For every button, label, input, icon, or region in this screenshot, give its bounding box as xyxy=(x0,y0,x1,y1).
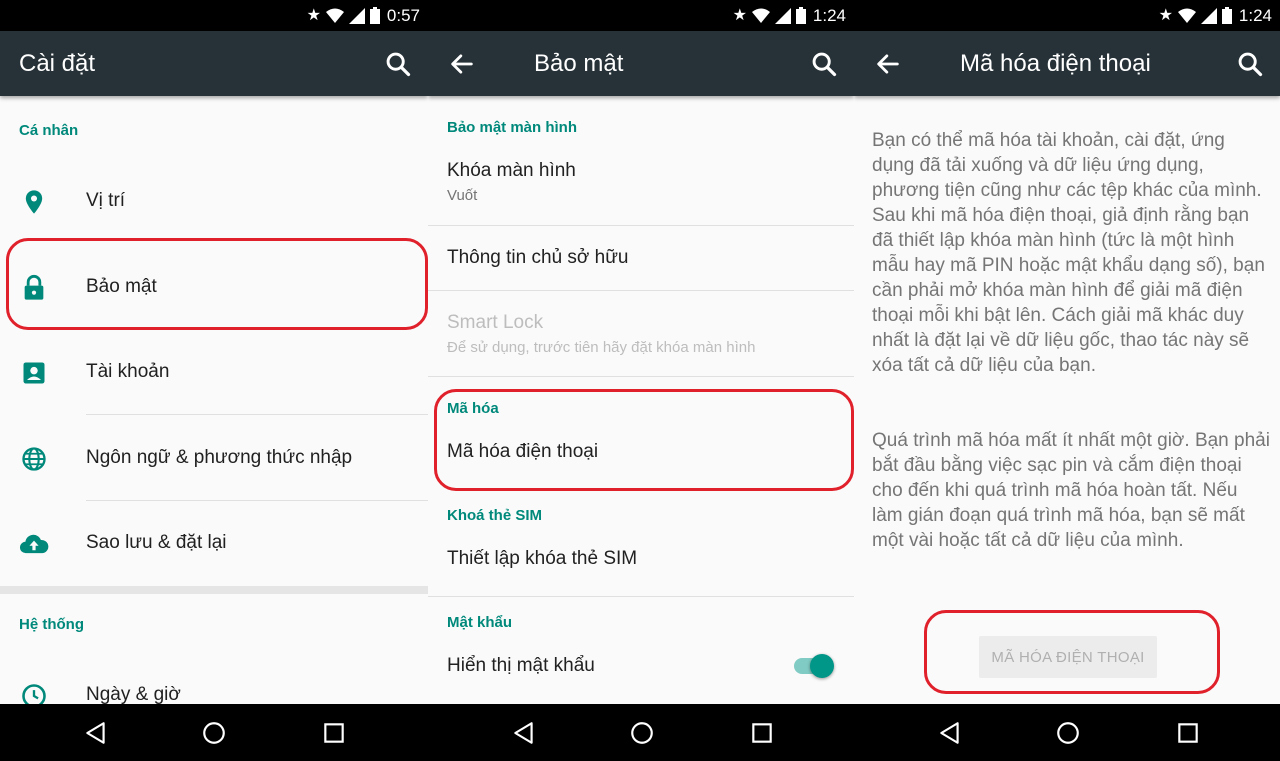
highlight-box xyxy=(924,610,1220,694)
page-title: Bảo mật xyxy=(534,49,624,77)
settings-item-label: Vị trí xyxy=(86,190,126,211)
toggle-thumb xyxy=(810,654,834,678)
section-password: Mật khẩu xyxy=(447,614,513,631)
star-icon: ★ xyxy=(1158,6,1173,24)
security-panel: ★ 1:24 Bảo mật Bảo mật màn hình Khóa màn… xyxy=(428,0,854,704)
battery-icon xyxy=(1221,7,1232,24)
recents-square-icon[interactable] xyxy=(1175,720,1201,746)
sim-lock-item[interactable]: Thiết lập khóa thẻ SIM xyxy=(447,548,637,570)
settings-item-label: Ngày & giờ xyxy=(86,684,181,704)
recents-square-icon[interactable] xyxy=(321,720,347,746)
wifi-icon xyxy=(751,8,770,23)
clock-icon xyxy=(22,684,46,704)
encryption-description: Bạn có thể mã hóa tài khoản, cài đặt, ứn… xyxy=(872,130,1265,376)
page-title: Cài đặt xyxy=(19,49,96,77)
signal-icon xyxy=(1200,7,1217,24)
owner-info-item[interactable]: Thông tin chủ sở hữu xyxy=(447,247,629,269)
lock-screen-title: Khóa màn hình xyxy=(447,160,576,181)
app-bar: Cài đặt xyxy=(0,31,428,96)
divider xyxy=(428,290,854,291)
star-icon: ★ xyxy=(732,6,747,24)
app-bar: Bảo mật xyxy=(428,31,854,96)
status-time: 1:24 xyxy=(1238,5,1272,25)
nav-group xyxy=(854,704,1280,761)
status-bar: ★ 1:24 xyxy=(854,0,1280,31)
globe-icon xyxy=(22,447,46,471)
divider xyxy=(428,596,854,597)
navigation-bar xyxy=(0,704,1280,761)
nav-group xyxy=(428,704,854,761)
back-triangle-icon[interactable] xyxy=(511,720,537,746)
status-bar: ★ 1:24 xyxy=(428,0,854,31)
lock-screen-subtitle: Vuốt xyxy=(447,187,478,204)
back-triangle-icon[interactable] xyxy=(937,720,963,746)
section-personal: Cá nhân xyxy=(19,122,79,139)
search-icon[interactable] xyxy=(384,50,412,78)
section-sim-lock: Khoá thẻ SIM xyxy=(447,507,543,524)
divider xyxy=(428,376,854,377)
status-time: 0:57 xyxy=(386,5,420,25)
wifi-icon xyxy=(325,8,344,23)
divider xyxy=(86,500,428,501)
encrypt-phone-panel: ★ 1:24 Mã hóa điện thoại Bạn có thể mã h… xyxy=(854,0,1280,704)
home-circle-icon[interactable] xyxy=(201,720,227,746)
settings-item-label: Ngôn ngữ & phương thức nhập xyxy=(86,447,353,468)
status-bar: ★ 0:57 xyxy=(0,0,428,31)
home-circle-icon[interactable] xyxy=(1055,720,1081,746)
battery-icon xyxy=(795,7,806,24)
section-screen-security: Bảo mật màn hình xyxy=(447,119,578,136)
star-icon: ★ xyxy=(306,6,321,24)
recents-square-icon[interactable] xyxy=(749,720,775,746)
highlight-box xyxy=(6,238,428,330)
page-title: Mã hóa điện thoại xyxy=(960,49,1151,77)
encryption-warning: Quá trình mã hóa mất ít nhất một giờ. Bạ… xyxy=(872,430,1270,551)
section-system: Hệ thống xyxy=(19,616,84,633)
battery-icon xyxy=(369,7,380,24)
back-arrow-icon[interactable] xyxy=(874,50,902,78)
signal-icon xyxy=(774,7,791,24)
smart-lock-title: Smart Lock xyxy=(447,312,544,333)
status-time: 1:24 xyxy=(812,5,846,25)
smart-lock-subtitle: Để sử dụng, trước tiên hãy đặt khóa màn … xyxy=(447,339,756,356)
signal-icon xyxy=(348,7,365,24)
show-password-label: Hiển thị mật khẩu xyxy=(447,655,595,676)
back-arrow-icon[interactable] xyxy=(448,50,476,78)
divider xyxy=(428,225,854,226)
location-pin-icon xyxy=(25,190,43,214)
search-icon[interactable] xyxy=(1236,50,1264,78)
search-icon[interactable] xyxy=(810,50,838,78)
nav-group xyxy=(0,704,426,761)
system-section: Hệ thống Ngày & giờ xyxy=(0,586,428,704)
app-bar: Mã hóa điện thoại xyxy=(854,31,1280,96)
account-icon xyxy=(23,362,45,384)
wifi-icon xyxy=(1177,8,1196,23)
back-triangle-icon[interactable] xyxy=(83,720,109,746)
settings-item-label: Tài khoản xyxy=(86,361,170,382)
divider xyxy=(86,414,428,415)
cloud-upload-icon xyxy=(19,534,49,554)
home-circle-icon[interactable] xyxy=(629,720,655,746)
settings-panel: ★ 0:57 Cài đặt Cá nhân Vị trí Bảo mật Tà… xyxy=(0,0,428,704)
settings-item-label: Sao lưu & đặt lại xyxy=(86,532,227,553)
highlight-box xyxy=(434,389,854,491)
